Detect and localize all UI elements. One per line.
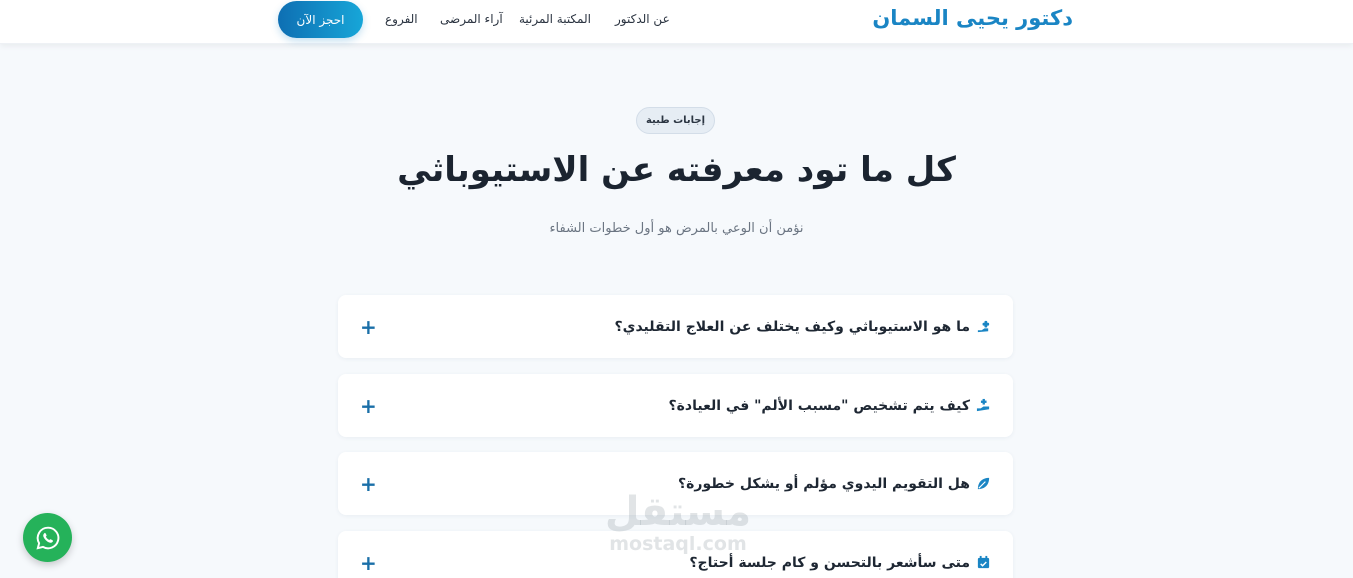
- whatsapp-icon: [35, 526, 59, 550]
- section-title: كل ما تود معرفته عن الاستيوباثي: [397, 150, 956, 190]
- nav-link-reviews[interactable]: آراء المرضى: [440, 12, 503, 26]
- plus-icon[interactable]: +: [360, 374, 377, 437]
- section-subtitle: نؤمن أن الوعي بالمرض هو أول خطوات الشفاء: [549, 221, 804, 236]
- faq-question-text: هل التقويم اليدوي مؤلم أو يشكل خطورة؟: [678, 475, 970, 492]
- navbar: دكتور يحيى السمان عن الدكتور المكتبة الم…: [0, 0, 1353, 44]
- faq-item[interactable]: متى سأشعر بالتحسن و كام جلسة أحتاج؟ +: [338, 531, 1013, 578]
- plus-icon[interactable]: +: [360, 531, 377, 578]
- nav-link-about[interactable]: عن الدكتور: [615, 12, 670, 26]
- faq-question-text: متى سأشعر بالتحسن و كام جلسة أحتاج؟: [689, 554, 970, 571]
- leaf-icon: [977, 477, 990, 490]
- nav-link-video-library[interactable]: المكتبة المرئية: [519, 12, 591, 26]
- faq-item[interactable]: ما هو الاستيوباثي وكيف يختلف عن العلاج ا…: [338, 295, 1013, 358]
- whatsapp-button[interactable]: [23, 513, 72, 562]
- calendar-check-icon: [977, 555, 990, 569]
- faq-question: متى سأشعر بالتحسن و كام جلسة أحتاج؟: [689, 531, 991, 578]
- faq-question-text: ما هو الاستيوباثي وكيف يختلف عن العلاج ا…: [614, 318, 971, 335]
- brand-logo[interactable]: دكتور يحيى السمان: [872, 6, 1073, 30]
- faq-question: هل التقويم اليدوي مؤلم أو يشكل خطورة؟: [678, 452, 991, 515]
- medical-hand-icon: [977, 320, 990, 333]
- section-badge: إجابات طبية: [636, 107, 715, 134]
- plus-icon[interactable]: +: [360, 452, 377, 515]
- nav-link-branches[interactable]: الفروع: [385, 12, 418, 26]
- book-now-button[interactable]: احجز الآن: [278, 1, 363, 38]
- faq-question: كيف يتم تشخيص "مسبب الألم" في العيادة؟: [669, 374, 991, 437]
- faq-item[interactable]: هل التقويم اليدوي مؤلم أو يشكل خطورة؟ +: [338, 452, 1013, 515]
- hand-holding-medical-icon: [976, 398, 990, 412]
- plus-icon[interactable]: +: [360, 295, 377, 358]
- faq-question-text: كيف يتم تشخيص "مسبب الألم" في العيادة؟: [668, 397, 970, 414]
- faq-question: ما هو الاستيوباثي وكيف يختلف عن العلاج ا…: [615, 295, 992, 358]
- faq-item[interactable]: كيف يتم تشخيص "مسبب الألم" في العيادة؟ +: [338, 374, 1013, 437]
